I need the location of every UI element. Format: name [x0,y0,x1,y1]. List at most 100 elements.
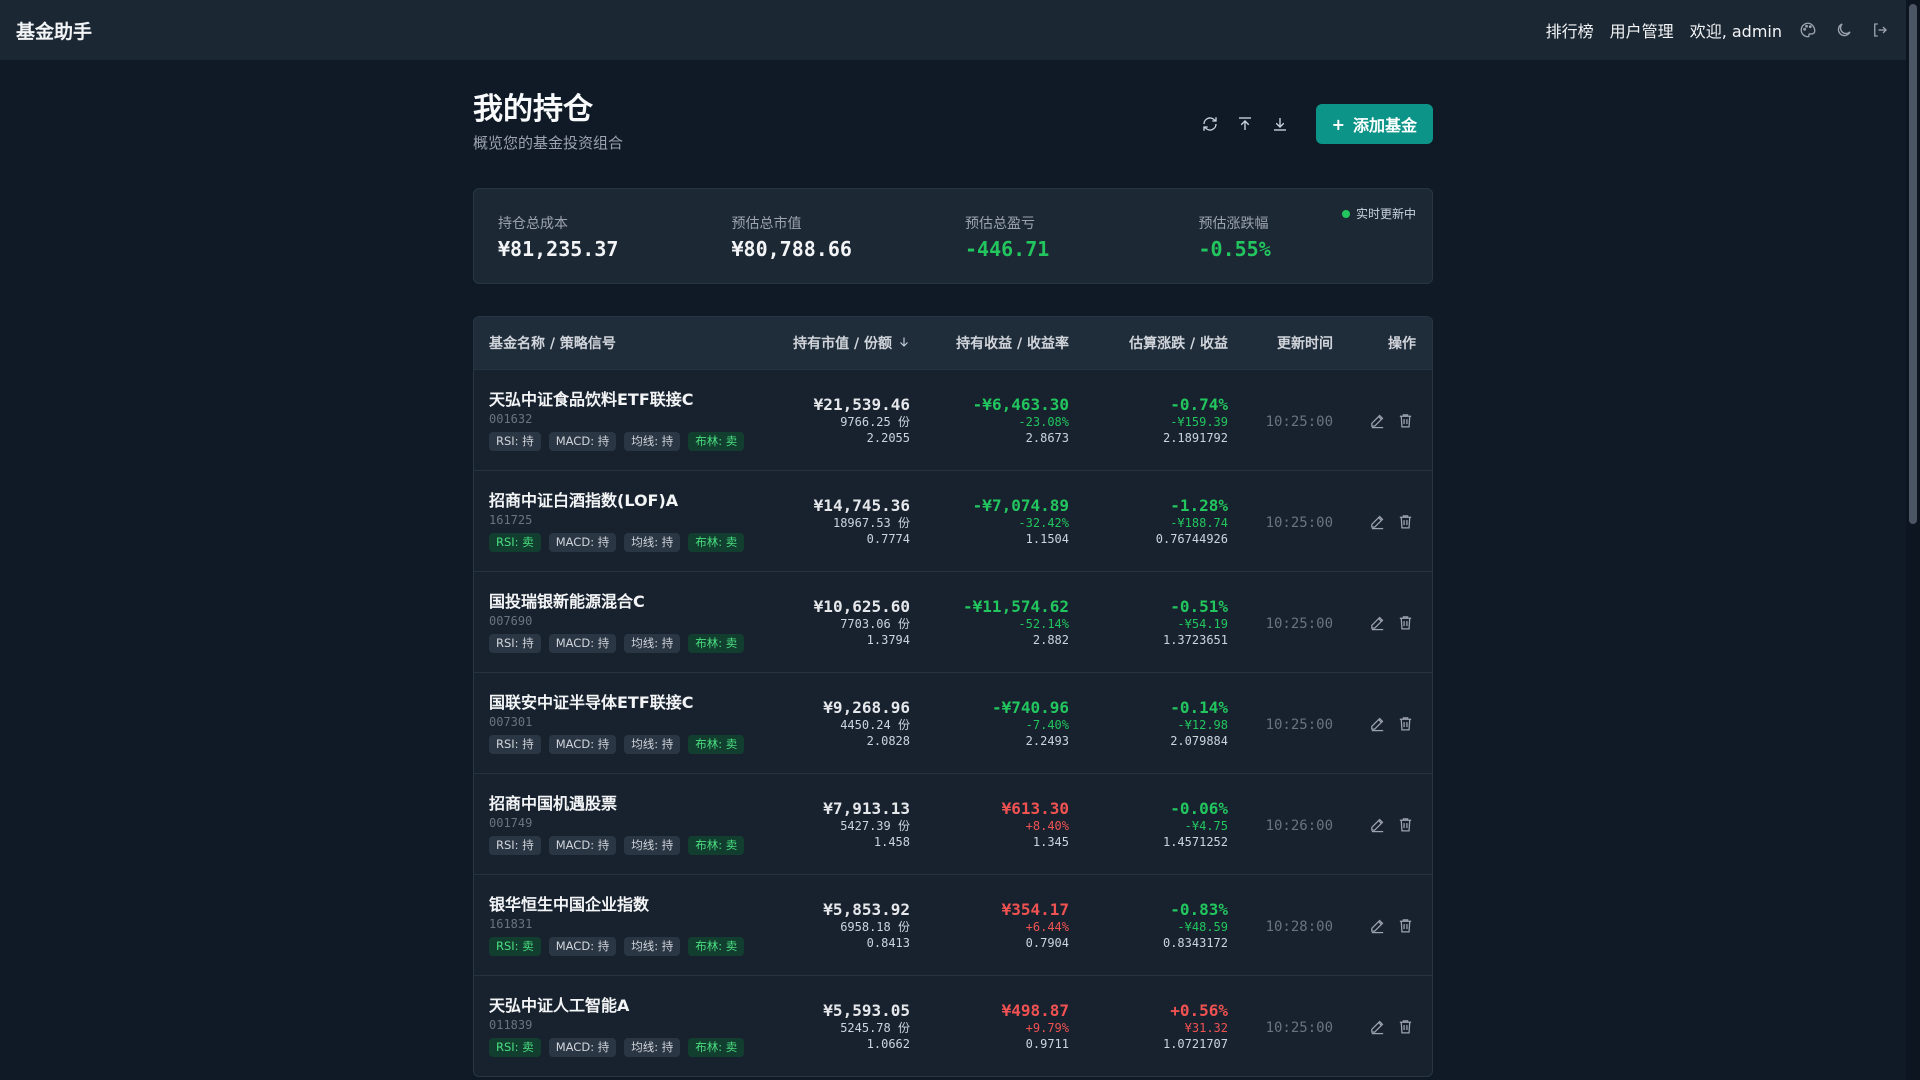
strategy-tags: RSI: 卖 MACD: 持均线: 持布林: 卖 [489,1037,770,1057]
trash-icon[interactable] [1396,815,1414,833]
edit-icon[interactable] [1368,613,1386,631]
summary-value: -446.71 [965,237,1050,261]
est-change: -0.14% [1170,697,1228,717]
moon-icon[interactable] [1834,20,1854,40]
summary-est-change: 预估涨跌幅 -0.55% [1199,213,1433,283]
table-row[interactable]: 天弘中证食品饮料ETF联接C 001632 RSI: 持 MACD: 持均线: 持… [474,369,1432,470]
palette-icon[interactable] [1798,20,1818,40]
summary-est-market-value: 预估总市值 ¥80,788.66 [732,213,966,283]
strategy-tag: 均线: 持 [624,633,681,653]
holding-profit: ¥498.87 [1001,1000,1069,1020]
market-value: ¥5,593.05 [823,1000,910,1020]
table-row[interactable]: 招商中国机遇股票 001749 RSI: 持 MACD: 持均线: 持布林: 卖 … [474,773,1432,874]
holding-nav: 0.9711 [1025,1036,1069,1051]
cost-nav: 2.0828 [866,733,910,748]
table-row[interactable]: 国联安中证半导体ETF联接C 007301 RSI: 持 MACD: 持均线: 持… [474,672,1432,773]
edit-icon[interactable] [1368,512,1386,530]
strategy-tag: RSI: 卖 [489,936,541,956]
fund-name[interactable]: 天弘中证食品饮料ETF联接C [489,390,770,410]
fund-name[interactable]: 招商中国机遇股票 [489,794,770,814]
trash-icon[interactable] [1396,714,1414,732]
edit-icon[interactable] [1368,714,1386,732]
est-nav: 1.4571252 [1162,834,1228,849]
nav-ranking-link[interactable]: 排行榜 [1546,18,1594,42]
holding-nav: 1.345 [1032,834,1069,849]
col-fund-name[interactable]: 基金名称 / 策略信号 [474,333,770,353]
table-row[interactable]: 银华恒生中国企业指数 161831 RSI: 卖 MACD: 持均线: 持布林: … [474,874,1432,975]
trash-icon[interactable] [1396,916,1414,934]
edit-icon[interactable] [1368,1017,1386,1035]
sort-desc-icon[interactable] [898,336,910,352]
shares: 4450.24 份 [840,717,910,732]
est-change: -0.06% [1170,798,1228,818]
trash-icon[interactable] [1396,512,1414,530]
nav-user-management-link[interactable]: 用户管理 [1610,18,1674,42]
table-header: 基金名称 / 策略信号 持有市值 / 份额 持有收益 / 收益率 估算涨跌 / … [474,317,1432,369]
table-body: 天弘中证食品饮料ETF联接C 001632 RSI: 持 MACD: 持均线: 持… [474,369,1432,1076]
strategy-tag: 均线: 持 [624,1037,681,1057]
refresh-icon[interactable] [1199,113,1222,136]
holding-profit: -¥6,463.30 [972,394,1069,414]
est-nav: 2.079884 [1170,733,1228,748]
holding-profit-rate: -52.14% [1018,616,1069,631]
add-fund-button[interactable]: + 添加基金 [1315,104,1433,144]
live-dot-icon [1341,209,1350,218]
cost-nav: 1.0662 [866,1036,910,1051]
trash-icon[interactable] [1396,613,1414,631]
update-time: 10:25:00 [1265,413,1333,430]
fund-code: 007690 [489,613,533,628]
holding-profit: -¥740.96 [991,697,1069,717]
upload-icon[interactable] [1234,113,1257,136]
fund-name[interactable]: 招商中证白酒指数(LOF)A [489,491,770,511]
cost-nav: 0.8413 [866,935,910,950]
strategy-tag: MACD: 持 [548,734,617,754]
summary-total-cost: 持仓总成本 ¥81,235.37 [498,213,732,283]
holding-profit: ¥354.17 [1001,899,1069,919]
summary-value: -0.55% [1198,237,1271,261]
edit-icon[interactable] [1368,916,1386,934]
scrollbar-thumb[interactable] [1909,4,1917,524]
est-nav: 1.0721707 [1162,1036,1228,1051]
table-row[interactable]: 国投瑞银新能源混合C 007690 RSI: 持 MACD: 持均线: 持布林: … [474,571,1432,672]
strategy-tag: MACD: 持 [548,1037,617,1057]
table-row[interactable]: 天弘中证人工智能A 011839 RSI: 卖 MACD: 持均线: 持布林: 卖… [474,975,1432,1076]
shares: 9766.25 份 [840,414,910,429]
update-time: 10:25:00 [1265,615,1333,632]
col-est-change[interactable]: 估算涨跌 / 收益 [1069,333,1228,353]
app-brand[interactable]: 基金助手 [16,17,92,44]
shares: 5427.39 份 [840,818,910,833]
page-scrollbar[interactable] [1906,0,1920,1080]
strategy-tag: 布林: 卖 [688,633,745,653]
cost-nav: 1.458 [873,834,910,849]
download-icon[interactable] [1269,113,1292,136]
add-fund-label: 添加基金 [1352,116,1417,135]
holding-nav: 2.2493 [1025,733,1069,748]
holding-profit-rate: +6.44% [1025,919,1069,934]
col-actions: 操作 [1388,336,1416,352]
live-update-indicator: 实时更新中 [1341,205,1416,222]
est-amount: -¥54.19 [1177,616,1228,631]
trash-icon[interactable] [1396,411,1414,429]
update-time: 10:28:00 [1265,918,1333,935]
cost-nav: 1.3794 [866,632,910,647]
shares: 6958.18 份 [840,919,910,934]
cost-nav: 0.7774 [866,531,910,546]
strategy-tags: RSI: 卖 MACD: 持均线: 持布林: 卖 [489,532,770,552]
fund-name[interactable]: 天弘中证人工智能A [489,996,770,1016]
col-holding-profit[interactable]: 持有收益 / 收益率 [910,333,1069,353]
fund-name[interactable]: 银华恒生中国企业指数 [489,895,770,915]
est-amount: -¥12.98 [1177,717,1228,732]
logout-icon[interactable] [1870,20,1890,40]
table-row[interactable]: 招商中证白酒指数(LOF)A 161725 RSI: 卖 MACD: 持均线: 持… [474,470,1432,571]
trash-icon[interactable] [1396,1017,1414,1035]
strategy-tag: 均线: 持 [624,936,681,956]
edit-icon[interactable] [1368,815,1386,833]
col-update-time[interactable]: 更新时间 [1228,333,1333,353]
plus-icon: + [1331,114,1345,134]
edit-icon[interactable] [1368,411,1386,429]
fund-name[interactable]: 国联安中证半导体ETF联接C [489,693,770,713]
holding-profit-rate: +9.79% [1025,1020,1069,1035]
col-market-value[interactable]: 持有市值 / 份额 [770,333,910,353]
fund-name[interactable]: 国投瑞银新能源混合C [489,592,770,612]
market-value: ¥7,913.13 [823,798,910,818]
